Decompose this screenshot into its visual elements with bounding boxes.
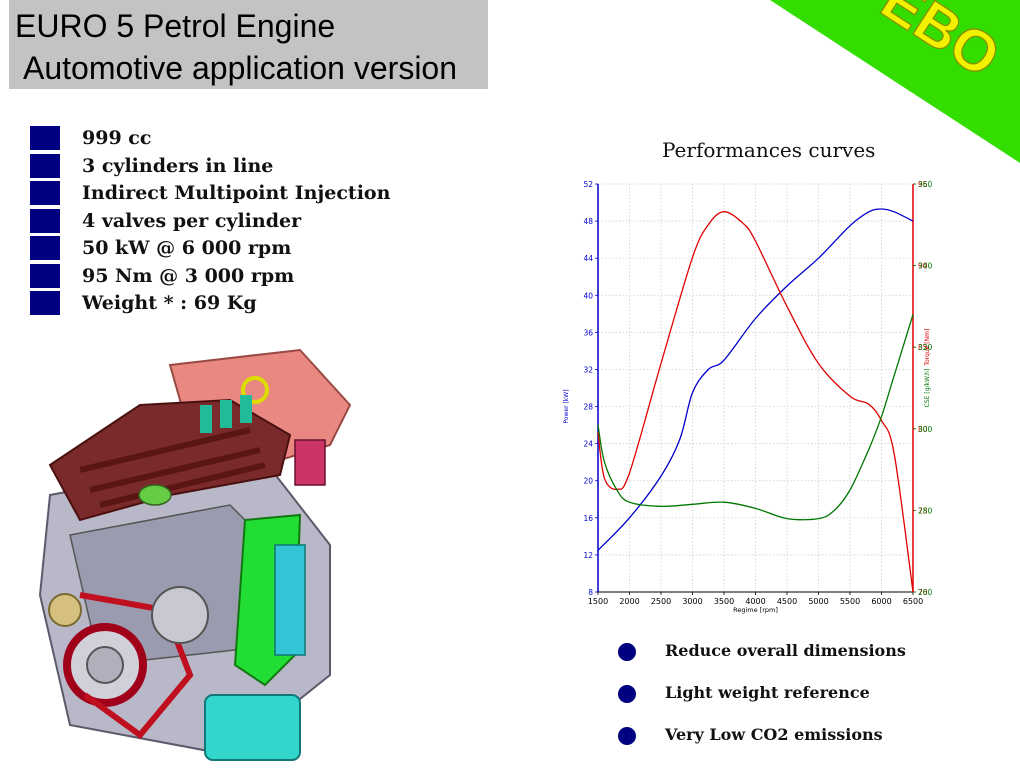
cse-tick-label: 260	[918, 588, 933, 597]
x-tick-label: 5000	[808, 597, 828, 606]
power-tick-label: 40	[583, 291, 593, 300]
bullet-square-icon	[30, 181, 60, 205]
spec-text: 50 kW @ 6 000 rpm	[82, 237, 292, 259]
cse-tick-label: 300	[918, 425, 933, 434]
x-axis-label: Regime [rpm]	[733, 606, 778, 614]
x-tick-label: 4000	[745, 597, 765, 606]
power-axis-label: Power [kW]	[563, 389, 570, 423]
power-tick-label: 48	[583, 217, 593, 226]
cse-tick-label: 320	[918, 343, 933, 352]
x-tick-label: 4500	[777, 597, 797, 606]
bullet-dot-icon	[618, 727, 636, 745]
spec-text: Weight * : 69 Kg	[82, 292, 257, 314]
cse-axis-label: CSE [g/kW.h]	[924, 369, 931, 408]
power-tick-label: 36	[583, 328, 593, 337]
page-title: EURO 5 Petrol Engine	[15, 8, 336, 44]
power-tick-label: 20	[583, 477, 593, 486]
spec-text: 3 cylinders in line	[82, 154, 274, 177]
x-tick-label: 2000	[619, 597, 639, 606]
spec-text: 95 Nm @ 3 000 rpm	[82, 264, 295, 287]
benefit-text: Reduce overall dimensions	[665, 641, 906, 660]
page-subtitle: Automotive application version	[23, 50, 458, 86]
x-tick-label: 6000	[871, 597, 891, 606]
bullet-dot-icon	[618, 685, 636, 703]
bullet-square-icon	[30, 208, 60, 233]
cse-tick-label: 340	[918, 262, 933, 271]
chart-title: Performances curves	[662, 138, 876, 162]
cse-tick-label: 360	[918, 180, 933, 189]
x-tick-label: 2500	[651, 597, 671, 606]
power-tick-label: 8	[588, 588, 593, 597]
power-tick-label: 12	[583, 551, 593, 560]
power-tick-label: 32	[583, 365, 593, 374]
bullet-square-icon	[30, 291, 60, 315]
bullet-square-icon	[30, 263, 60, 288]
benefit-text: Very Low CO2 emissions	[665, 725, 883, 744]
bullet-square-icon	[30, 236, 60, 260]
spec-text: 999 cc	[82, 127, 152, 149]
bullet-square-icon	[30, 126, 60, 150]
bullet-dot-icon	[618, 643, 636, 661]
x-tick-label: 1500	[588, 597, 608, 606]
power-tick-label: 44	[583, 254, 593, 263]
spec-text: Indirect Multipoint Injection	[82, 182, 391, 204]
x-tick-label: 3500	[714, 597, 734, 606]
benefit-text: Light weight reference	[665, 683, 870, 702]
x-tick-label: 3000	[682, 597, 702, 606]
engine-illustration	[30, 345, 370, 765]
x-tick-label: 6500	[903, 597, 923, 606]
cse-tick-label: 280	[918, 506, 933, 515]
bullet-square-icon	[30, 153, 60, 178]
spec-text: 4 valves per cylinder	[82, 209, 302, 232]
power-tick-label: 52	[583, 180, 593, 189]
power-tick-label: 28	[583, 403, 593, 412]
title-box: EURO 5 Petrol Engine Automotive applicat…	[9, 0, 488, 89]
x-tick-label: 5500	[840, 597, 860, 606]
power-tick-label: 24	[583, 440, 593, 449]
performance-chart: 1500 2000 2500 3000 3500 4000 4500 5000 5500 6000…	[563, 180, 933, 614]
power-tick-label: 16	[583, 514, 593, 523]
